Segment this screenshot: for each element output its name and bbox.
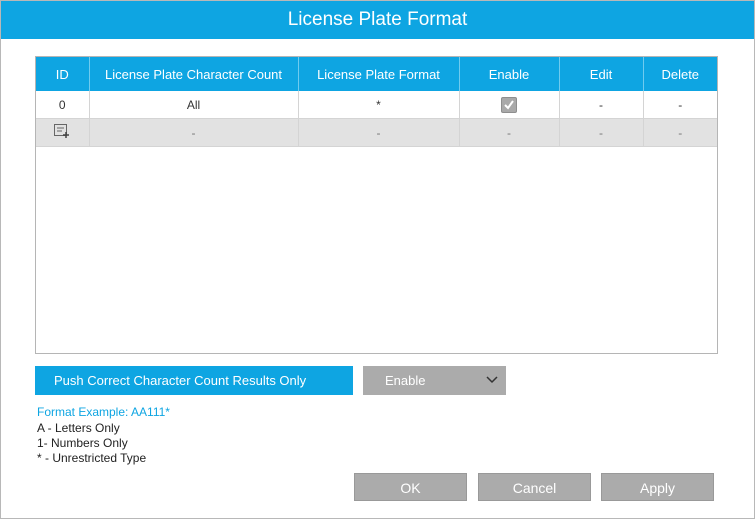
push-correct-count-select[interactable]: Enable [363,366,506,395]
select-value: Enable [385,373,426,388]
cell-enable [459,91,560,119]
enable-checkbox[interactable] [501,96,517,113]
add-row-button-cell[interactable] [36,118,90,147]
header-character-count: License Plate Character Count [89,57,299,91]
header-id: ID [36,57,90,91]
add-row-edit: - [559,118,644,147]
add-row-enable: - [459,118,560,147]
format-example: Format Example: AA111* [37,405,170,419]
legend-numbers: 1- Numbers Only [37,436,128,450]
push-correct-count-label: Push Correct Character Count Results Onl… [35,366,353,395]
legend-unrestricted: * - Unrestricted Type [37,451,147,465]
header-edit: Edit [559,57,644,91]
cell-edit[interactable]: - [559,91,644,119]
table-header-row: ID License Plate Character Count License… [36,57,717,91]
header-enable: Enable [459,57,560,91]
format-table: ID License Plate Character Count License… [36,57,717,147]
chevron-down-icon [486,376,498,384]
add-row-delete: - [643,118,717,147]
ok-button[interactable]: OK [354,473,467,501]
header-delete: Delete [643,57,717,91]
checkmark-icon [504,99,514,110]
add-row: - - - - - [36,118,717,147]
add-row-format: - [298,118,460,147]
format-table-container: ID License Plate Character Count License… [35,56,718,354]
legend-letters: A - Letters Only [37,421,120,435]
dialog-title: License Plate Format [1,1,754,39]
cancel-button[interactable]: Cancel [478,473,591,501]
apply-button[interactable]: Apply [601,473,714,501]
header-plate-format: License Plate Format [298,57,460,91]
cell-plate-format: * [298,91,460,119]
add-row-count: - [89,118,299,147]
add-row-icon[interactable] [54,124,70,141]
cell-id: 0 [36,91,90,119]
cell-character-count: All [89,91,299,119]
table-row: 0 All * - - [36,91,717,119]
license-plate-format-dialog: License Plate Format ID License Plate Ch… [0,0,755,519]
cell-delete[interactable]: - [643,91,717,119]
